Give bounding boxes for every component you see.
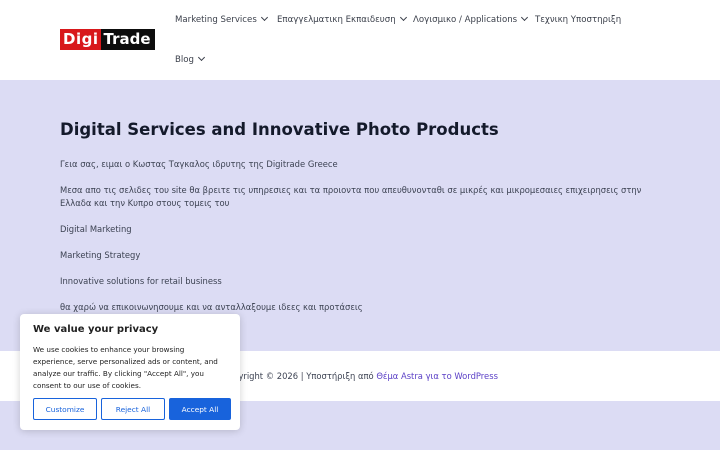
logo-digi: Digi bbox=[60, 29, 102, 50]
contact-paragraph: θα χαρώ να επικοινωνησουμε και να ανταλλ… bbox=[60, 302, 363, 312]
nav-item-technical-support[interactable]: Τεχνικη Υποστηριξη bbox=[535, 14, 621, 26]
nav-item-label: Blog bbox=[175, 55, 194, 65]
chevron-down-icon bbox=[197, 53, 206, 62]
chevron-down-icon bbox=[399, 13, 407, 22]
main-content: Digital Services and Innovative Photo Pr… bbox=[60, 120, 660, 314]
footer-copyright: opyright © 2026 | Υποστήριξη από Θέμα As… bbox=[228, 370, 498, 382]
chevron-down-icon bbox=[521, 13, 529, 22]
nav-item-label: Επαγγελματικη Εκπαιδευση bbox=[277, 15, 396, 25]
page-title: Digital Services and Innovative Photo Pr… bbox=[60, 120, 499, 139]
cookie-title: We value your privacy bbox=[33, 324, 159, 335]
customize-button[interactable]: Customize bbox=[33, 398, 97, 420]
nav-item-marketing-services[interactable]: Marketing Services bbox=[175, 13, 268, 26]
service-paragraph: Innovative solutions for retail business bbox=[60, 276, 222, 286]
site-header: Digi Trade Marketing Services Επαγγελματ… bbox=[0, 0, 720, 80]
description-paragraph: Μεσα απο τις σελιδες του site θα βρειτε … bbox=[60, 185, 642, 208]
accept-all-button[interactable]: Accept All bbox=[169, 398, 231, 420]
cookie-description: We use cookies to enhance your browsing … bbox=[33, 345, 218, 390]
site-logo[interactable]: Digi Trade bbox=[60, 29, 155, 50]
reject-all-button[interactable]: Reject All bbox=[101, 398, 165, 420]
chevron-down-icon bbox=[260, 13, 268, 22]
intro-paragraph: Γεια σας, ειμαι ο Κωστας Ταγκαλος ιδρυτη… bbox=[60, 159, 338, 169]
copyright-text: opyright © 2026 | Υποστήριξη από bbox=[228, 371, 377, 381]
service-paragraph: Marketing Strategy bbox=[60, 250, 141, 260]
logo-trade: Trade bbox=[101, 29, 155, 50]
nav-item-label: Marketing Services bbox=[175, 15, 257, 25]
nav-item-blog[interactable]: Blog bbox=[175, 53, 206, 66]
nav-item-software-applications[interactable]: Λογισμικο / Applications bbox=[413, 13, 529, 26]
theme-link[interactable]: Θέμα Astra για το WordPress bbox=[376, 371, 498, 381]
nav-item-label: Λογισμικο / Applications bbox=[413, 15, 518, 25]
nav-item-professional-training[interactable]: Επαγγελματικη Εκπαιδευση bbox=[277, 13, 407, 26]
nav-item-label: Τεχνικη Υποστηριξη bbox=[535, 15, 622, 25]
cookie-consent-banner: We value your privacy We use cookies to … bbox=[20, 314, 240, 430]
service-paragraph: Digital Marketing bbox=[60, 224, 132, 234]
cookie-buttons: Customize Reject All Accept All bbox=[33, 398, 231, 420]
